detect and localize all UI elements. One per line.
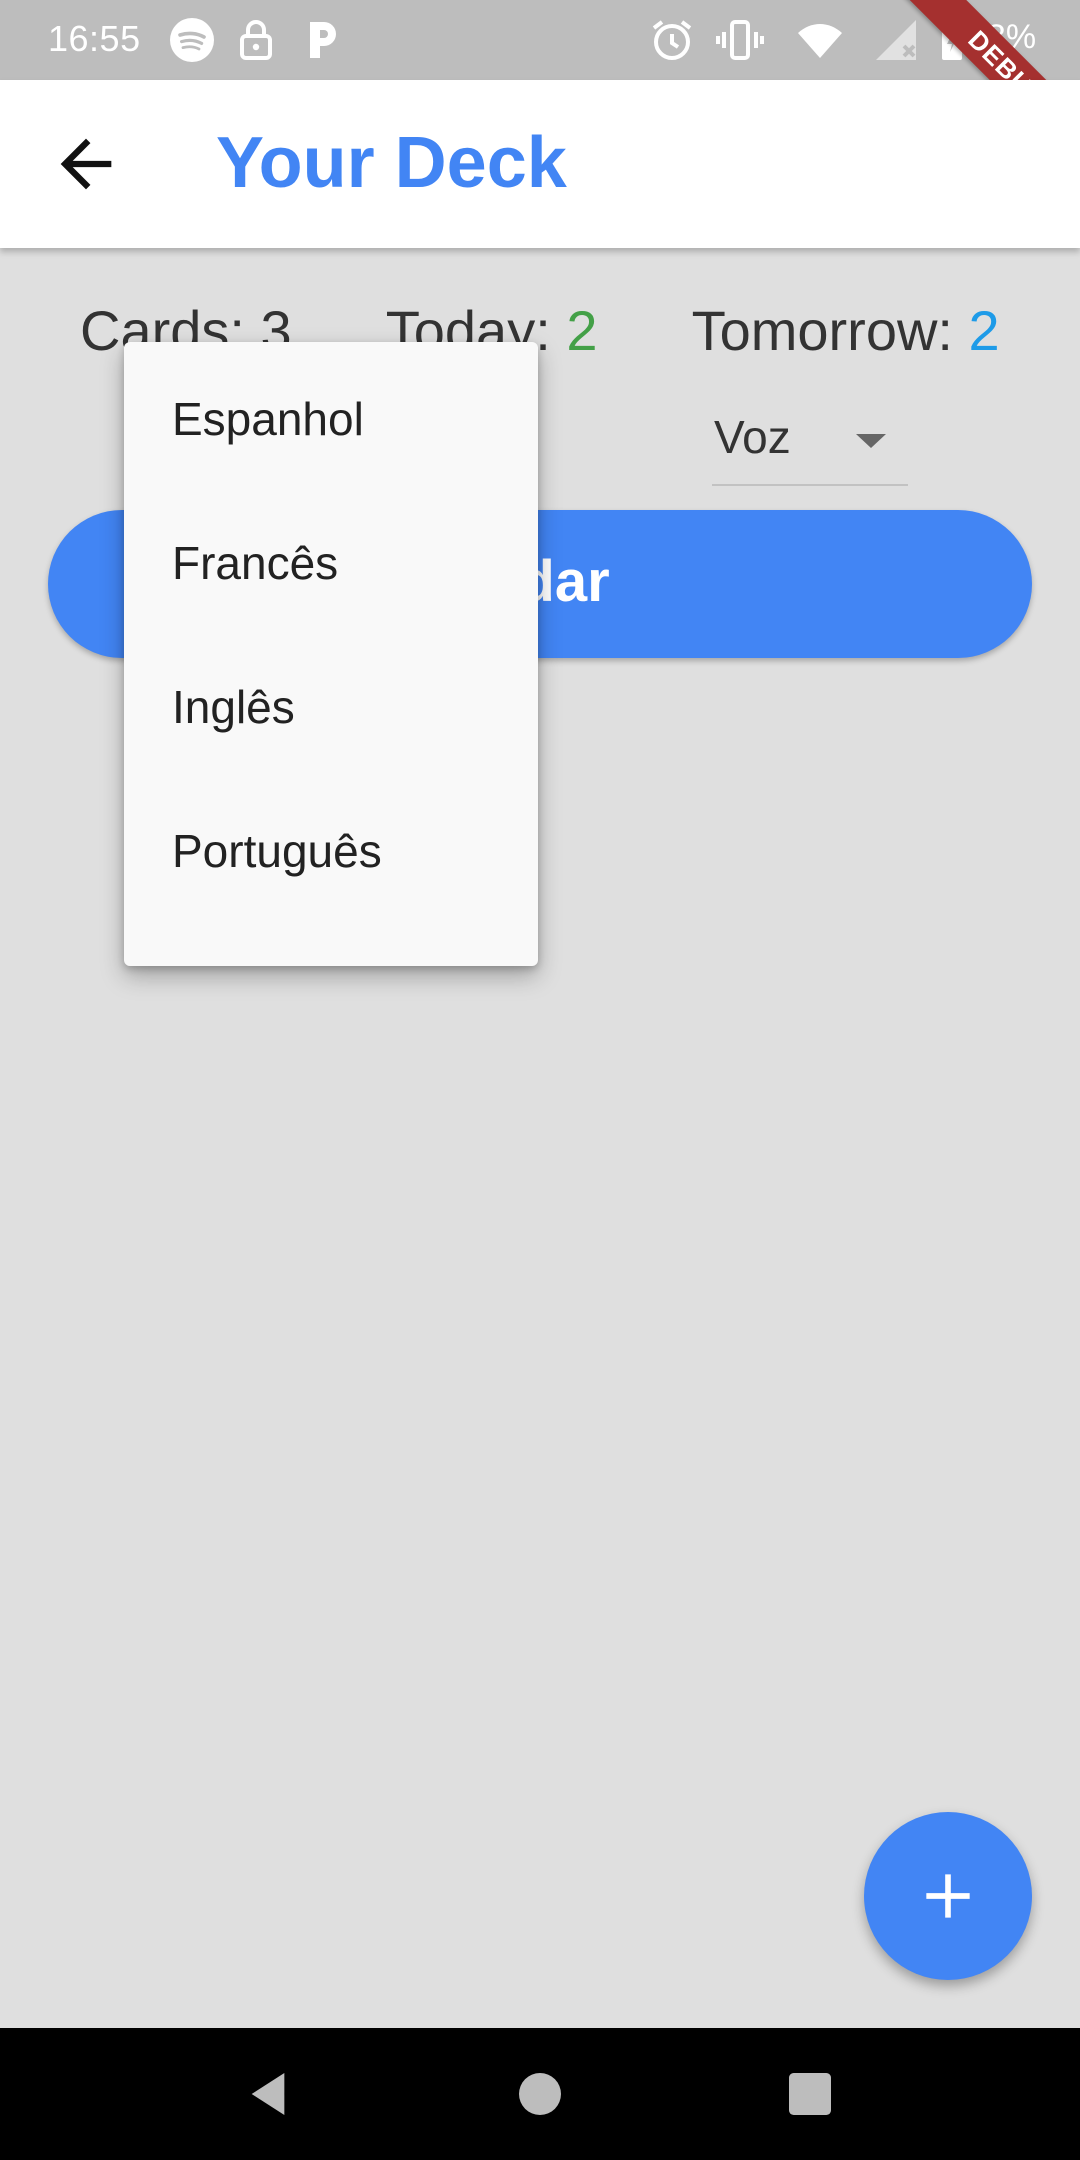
voice-dropdown-value: Voz	[714, 411, 791, 463]
spotify-icon	[170, 18, 214, 62]
screen: 16:55 DEBUG Your Deck Cards: 3 Today: 2 …	[0, 0, 1080, 2160]
menu-item-portugues[interactable]: Português	[124, 774, 538, 918]
lock-icon	[240, 20, 272, 60]
menu-item-espanhol[interactable]: Espanhol	[124, 342, 538, 486]
voice-dropdown[interactable]: Voz	[712, 408, 908, 486]
plus-icon	[926, 1874, 970, 1918]
language-menu: Espanhol Francês Inglês Português	[124, 342, 538, 966]
menu-item-label: Português	[172, 825, 382, 877]
alarm-icon	[652, 20, 692, 60]
arrow-back-icon[interactable]	[48, 126, 124, 202]
menu-item-label: Espanhol	[172, 393, 364, 445]
signal-icon	[876, 20, 916, 60]
chevron-down-icon	[856, 434, 886, 448]
page-title: Your Deck	[216, 123, 567, 203]
menu-item-label: Francês	[172, 537, 339, 589]
menu-item-ingles[interactable]: Inglês	[124, 630, 538, 774]
recents-square-icon[interactable]	[782, 2066, 838, 2122]
today-count: 2	[566, 299, 598, 362]
parking-icon	[310, 22, 336, 58]
system-nav-bar	[0, 2028, 1080, 2160]
vibrate-icon	[716, 20, 764, 60]
menu-item-label: Inglês	[172, 681, 295, 733]
menu-item-frances[interactable]: Francês	[124, 486, 538, 630]
back-triangle-icon[interactable]	[240, 2066, 296, 2122]
tomorrow-label: Tomorrow:	[691, 299, 953, 362]
add-card-button[interactable]	[864, 1812, 1032, 1980]
status-bar: 16:55 DEBUG	[0, 0, 1080, 177]
status-time: 16:55	[48, 18, 141, 59]
tomorrow-count: 2	[968, 299, 1000, 362]
app-bar: Your Deck	[0, 80, 1080, 248]
home-circle-icon[interactable]	[512, 2066, 568, 2122]
wifi-icon	[798, 24, 842, 58]
